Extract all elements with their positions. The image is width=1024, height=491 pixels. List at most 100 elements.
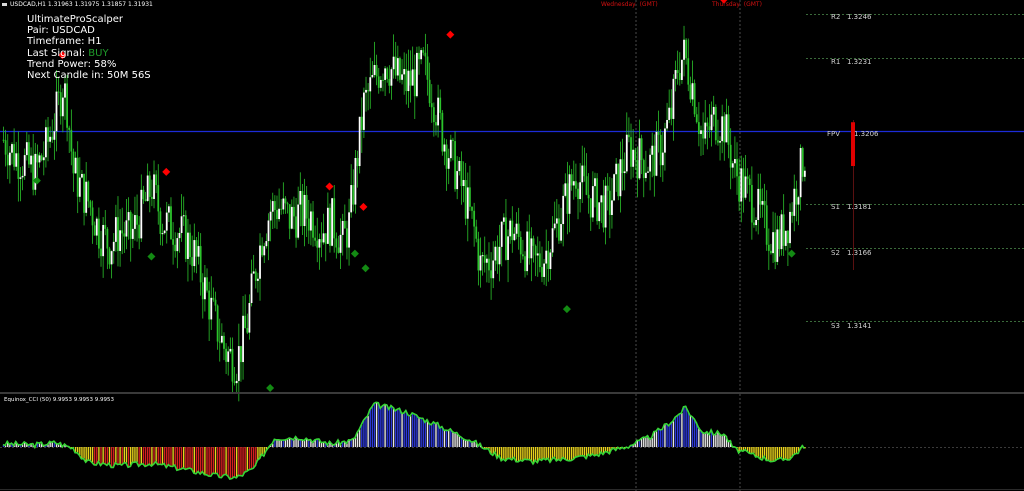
bull-candle <box>761 201 764 205</box>
price-chart[interactable] <box>0 0 1024 491</box>
bear-candle <box>736 159 738 177</box>
bull-candle <box>78 177 81 197</box>
bear-candle <box>93 225 96 236</box>
bear-candle <box>778 229 781 250</box>
bull-candle <box>526 231 529 272</box>
bull-candle <box>125 220 128 237</box>
bull-candle <box>466 187 469 219</box>
chart-window[interactable]: USDCAD,H1 1.31963 1.31975 1.31857 1.3193… <box>0 0 1024 491</box>
bull-candle <box>282 198 285 210</box>
bear-candle <box>212 297 215 300</box>
pivot-r2-label: R2 <box>831 13 841 21</box>
bear-candle <box>388 78 391 86</box>
bear-candle <box>68 127 71 130</box>
bear-candle <box>767 244 770 251</box>
info-last-signal: Last Signal: BUY <box>27 48 151 59</box>
bear-candle <box>528 231 531 259</box>
bear-candle <box>689 84 692 100</box>
bull-candle <box>134 215 136 229</box>
bear-candle <box>136 215 138 225</box>
indicator-title: Equinox_CCI (50) 9.9953 9.9953 9.9953 <box>4 397 114 403</box>
indicator-separator[interactable] <box>0 392 1024 394</box>
bull-candle <box>447 158 450 169</box>
bear-candle <box>83 173 85 213</box>
bear-candle <box>382 79 384 81</box>
bull-candle <box>34 153 37 190</box>
bear-candle <box>496 246 499 265</box>
bull-candle <box>45 127 47 158</box>
bear-candle <box>225 348 227 362</box>
bull-candle <box>549 252 552 270</box>
bull-candle <box>572 181 575 186</box>
info-trend-power: Trend Power: 58% <box>27 58 117 70</box>
bull-candle <box>545 250 548 264</box>
bear-candle <box>36 153 39 163</box>
bear-candle <box>413 69 416 97</box>
bear-candle <box>2 139 5 141</box>
symbol-menu-icon[interactable] <box>2 3 7 6</box>
bear-candle <box>206 277 208 291</box>
bull-candle <box>740 168 743 202</box>
bear-candle <box>541 267 543 277</box>
day-name: Thursday <box>712 1 740 8</box>
bear-candle <box>280 208 283 210</box>
bull-candle <box>513 233 516 241</box>
bull-candle <box>485 258 488 263</box>
bear-candle <box>70 129 73 152</box>
bear-candle <box>426 56 429 80</box>
bear-candle <box>13 144 15 167</box>
bear-candle <box>424 52 427 57</box>
bear-candle <box>170 206 172 240</box>
bear-candle <box>301 190 304 227</box>
bull-candle <box>551 228 554 253</box>
bull-candle <box>220 335 223 343</box>
bear-candle <box>246 328 249 333</box>
bull-candle <box>354 158 357 205</box>
pivot-r1-value: 1.3231 <box>847 58 872 66</box>
bear-candle <box>216 305 219 342</box>
bull-candle <box>55 91 58 132</box>
bear-candle <box>727 114 730 145</box>
bear-candle <box>201 282 204 300</box>
bull-candle <box>167 206 170 213</box>
bear-candle <box>729 144 732 168</box>
bear-candle <box>538 253 541 268</box>
bear-candle <box>223 335 225 349</box>
bull-candle <box>112 241 115 252</box>
bear-candle <box>261 245 264 256</box>
bull-candle <box>210 297 213 320</box>
bull-candle <box>502 217 505 222</box>
bull-candle <box>500 221 503 247</box>
bull-candle <box>21 175 24 178</box>
last-signal-value: BUY <box>88 47 109 59</box>
bull-candle <box>793 188 796 216</box>
bull-candle <box>331 198 333 246</box>
bull-candle <box>348 212 350 248</box>
bear-candle <box>587 194 590 199</box>
bull-candle <box>64 83 66 98</box>
bear-candle <box>129 212 132 239</box>
pivot-r2-value: 1.3246 <box>847 13 872 21</box>
bear-candle <box>151 196 153 199</box>
bear-candle <box>405 69 408 92</box>
info-pair: Pair: USDCAD <box>27 25 95 37</box>
bear-candle <box>630 137 632 167</box>
bear-candle <box>157 185 160 212</box>
bear-candle <box>748 178 751 185</box>
bear-candle <box>276 210 278 220</box>
bull-candle <box>443 144 446 152</box>
bull-candle <box>543 263 545 277</box>
bear-candle <box>240 346 242 363</box>
bear-candle <box>659 134 662 166</box>
bear-candle <box>191 257 194 267</box>
bull-candle <box>668 107 671 120</box>
bear-candle <box>532 238 535 246</box>
bull-candle <box>562 195 565 225</box>
bull-candle <box>780 214 783 250</box>
bull-candle <box>299 190 302 205</box>
bear-candle <box>795 188 798 205</box>
bull-candle <box>30 155 32 165</box>
info-panel: UltimateProScalper Pair: USDCAD Timefram… <box>27 14 151 81</box>
bull-candle <box>204 277 206 300</box>
bull-candle <box>784 230 787 246</box>
